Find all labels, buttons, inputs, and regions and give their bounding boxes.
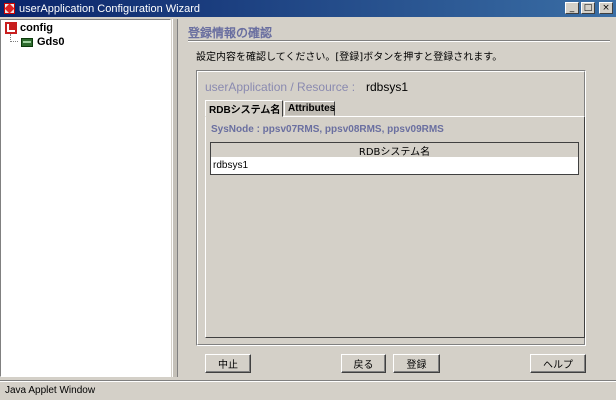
- instruction-text: 設定内容を確認してください。[登録]ボタンを押すと登録されます。: [196, 52, 503, 63]
- register-button[interactable]: 登録: [393, 354, 440, 373]
- app-icon: [3, 2, 16, 15]
- tab-attributes[interactable]: Attributes: [284, 101, 335, 116]
- resource-label: userApplication / Resource :: [205, 80, 356, 94]
- resource-value: rdbsys1: [366, 80, 409, 94]
- close-button[interactable]: ×: [599, 2, 613, 14]
- divider: [188, 40, 610, 42]
- resource-tree[interactable]: config Gds0: [0, 19, 171, 377]
- status-text: Java Applet Window: [5, 385, 96, 396]
- window-controls: _ □ ×: [565, 2, 613, 14]
- splitter-handle[interactable]: [172, 19, 178, 377]
- disk-icon: [21, 37, 33, 47]
- tree-item-config[interactable]: config: [5, 22, 53, 34]
- page-title: 登録情報の確認: [188, 26, 273, 40]
- title-bar: userApplication Configuration Wizard _ □…: [0, 0, 616, 17]
- sysnode-text: SysNode : ppsv07RMS, ppsv08RMS, ppsv09RM…: [211, 124, 444, 135]
- back-button[interactable]: 戻る: [341, 354, 386, 373]
- maximize-button[interactable]: □: [581, 2, 595, 14]
- tree-item-gds0[interactable]: Gds0: [21, 36, 65, 48]
- table-row[interactable]: rdbsys1: [211, 157, 578, 174]
- help-button[interactable]: ヘルプ: [530, 354, 586, 373]
- minimize-button[interactable]: _: [565, 2, 579, 14]
- tab-rdb-system-name[interactable]: RDBシステム名: [205, 100, 283, 117]
- table-header[interactable]: RDBシステム名: [211, 143, 578, 158]
- rdb-table: RDBシステム名 rdbsys1: [210, 142, 579, 175]
- config-icon: [5, 22, 17, 34]
- window-title: userApplication Configuration Wizard: [19, 2, 200, 15]
- tree-connector: [10, 41, 18, 43]
- cancel-button[interactable]: 中止: [205, 354, 251, 373]
- tree-item-label: Gds0: [37, 36, 65, 48]
- status-bar: Java Applet Window: [0, 380, 616, 400]
- tree-item-label: config: [20, 22, 53, 34]
